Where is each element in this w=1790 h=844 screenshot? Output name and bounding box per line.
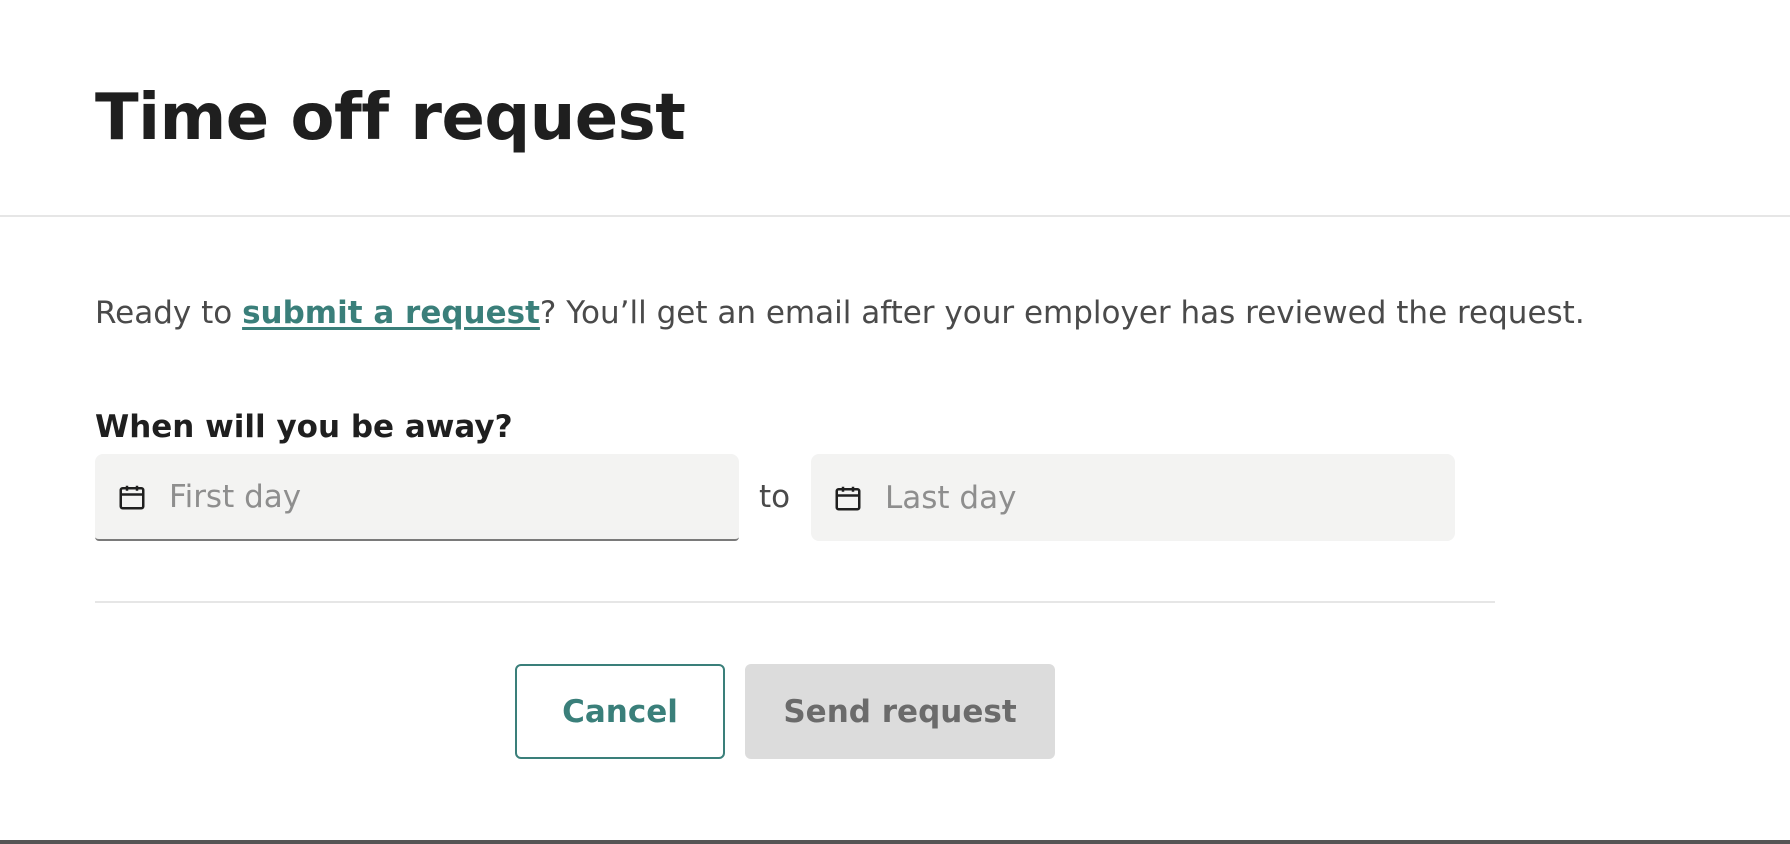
first-day-input[interactable] bbox=[167, 477, 711, 516]
form-divider bbox=[95, 601, 1495, 603]
cancel-button[interactable]: Cancel bbox=[515, 664, 725, 759]
away-dates-label: When will you be away? bbox=[95, 409, 513, 445]
page-title: Time off request bbox=[95, 81, 686, 155]
send-request-button[interactable]: Send request bbox=[745, 664, 1055, 759]
date-range-separator: to bbox=[759, 479, 791, 515]
intro-suffix: ? You’ll get an email after your employe… bbox=[539, 295, 1585, 331]
bottom-edge bbox=[0, 840, 1790, 844]
calendar-icon bbox=[119, 485, 145, 509]
intro-prefix: Ready to bbox=[95, 295, 243, 331]
first-day-field[interactable] bbox=[95, 454, 739, 541]
last-day-field[interactable] bbox=[811, 454, 1455, 541]
intro-text: Ready to submit a request? You’ll get an… bbox=[95, 293, 1585, 333]
calendar-icon bbox=[835, 486, 861, 510]
time-off-request-page: Time off request Ready to submit a reque… bbox=[0, 0, 1790, 844]
last-day-input[interactable] bbox=[883, 478, 1427, 517]
page-header: Time off request bbox=[0, 0, 1790, 217]
submit-request-link[interactable]: submit a request bbox=[242, 295, 540, 331]
